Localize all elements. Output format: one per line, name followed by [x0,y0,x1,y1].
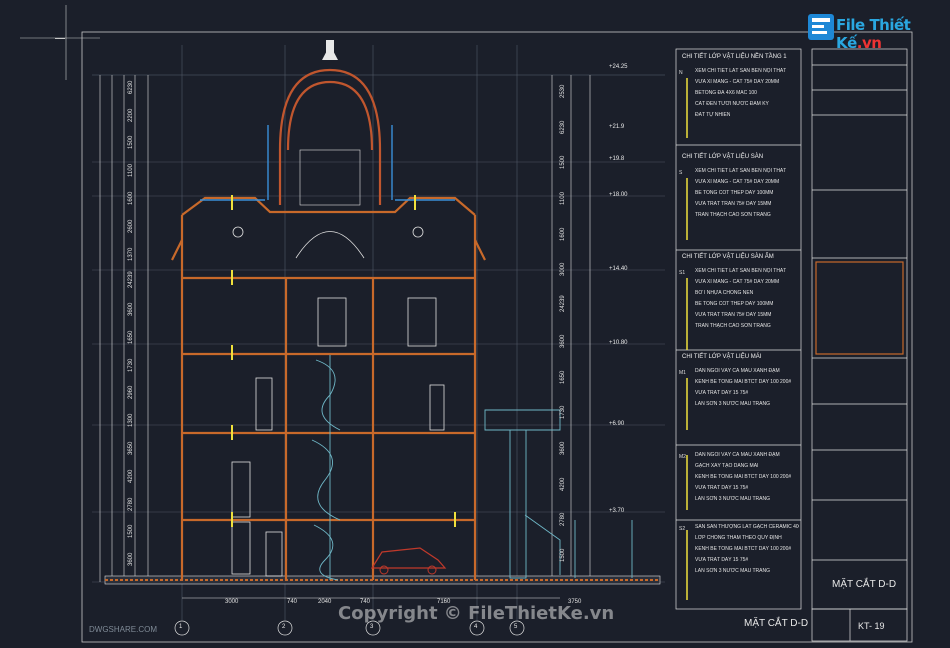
dimension-label: 2200 [128,108,134,122]
dimension-label: 3600 [560,334,566,348]
legend-marker: S1 [679,270,686,276]
dimension-label: 6230 [560,120,566,134]
bottom-dimension: 740 [287,599,298,605]
dimension-label: 24239 [128,271,134,289]
legend-item: TRẦN THẠCH CAO SƠN TRẮNG [695,323,771,329]
dimension-label: 3600 [560,441,566,455]
legend-item: VỮA TRÁT DÀY 15 75# [695,485,749,491]
legend-item: CÁT ĐEN TƯỚI NƯỚC ĐẦM KỸ [695,101,769,107]
dimension-label: 2960 [128,386,134,400]
dimension-label: 1500 [128,524,134,539]
dimension-label: 1650 [128,330,134,344]
legend-item: KÊNH BÊ TÔNG MÁI BTCT DÀY 100 200# [695,379,792,385]
legend-item: BÊ TÔNG CỐT THÉP DÀY 100MM [695,301,774,307]
dimension-label: 1100 [560,192,566,205]
copyright-watermark: Copyright © FileThietKe.vn [338,603,615,624]
legend-item: VỮA TRÁT TRẦN 75# DÀY 15MM [695,201,772,207]
legend-section-title: CHI TIẾT LỚP VẬT LIỆU NỀN TẦNG 1 [682,54,787,60]
legend-item: VỮA XI MĂNG - CÁT 75# DÀY 20MM [695,79,780,85]
dimension-label: 4200 [560,477,566,491]
legend-item: VỮA XI MĂNG - CÁT 75# DÀY 20MM [695,179,780,185]
dimension-label: 1100 [128,164,134,178]
grid-label: 3 [370,624,374,630]
dimension-label: 1600 [128,191,134,205]
brand-logo: File Thiết Kế.vn [806,12,918,52]
legend-item: GẠCH XÂY TẠO DÁNG MÁI [695,463,759,469]
legend-item: LĂN SƠN 3 NƯỚC MÀU TRẮNG [695,401,770,407]
elevation-label: +21.9 [609,124,625,130]
drawing-canvas [20,5,913,643]
legend-item: DÁN NGÓI VẢY CÁ MÀU XANH ĐẬM [695,368,780,374]
legend-item: XEM CHI TIẾT LÁT SÀN BÊN NỘI THẤT [695,268,787,274]
legend-section-title: CHI TIẾT LỚP VẬT LIỆU SÀN ẨM [682,254,774,260]
dimension-label: 1500 [560,548,566,563]
dimension-label: 1370 [128,247,134,261]
legend-marker: M1 [679,370,686,376]
dimension-label: 2600 [128,219,134,233]
grid-label: 2 [282,624,286,630]
elevation-label: +14.40 [609,266,628,272]
legend-item: BƠ I NHỰA CHỐNG NỀN [695,290,754,296]
dimension-label: 2780 [128,497,134,511]
legend-item: LĂN SƠN 3 NƯỚC MÀU TRẮNG [695,496,770,502]
legend-item: VỮA TRÁT DÀY 15 75# [695,557,749,563]
dimension-label: 3600 [128,552,134,567]
dimension-label: 2780 [560,513,566,527]
elevation-label: +18.00 [609,192,628,198]
dimension-label: 1600 [560,227,566,241]
dimension-label: 1500 [128,136,134,150]
dimension-label: 1730 [128,358,134,372]
legend-item: BÊ TÔNG CỐT THÉP DÀY 100MM [695,190,774,196]
grid-label: 4 [474,624,478,630]
dwgshare-watermark: DWGSHARE.COM [89,625,157,634]
legend-item: SÀN SÂN THƯỢNG LÁT GẠCH CERAMIC 400X400 [695,524,799,530]
legend-marker: S2 [679,526,686,532]
legend-item: LĂN SƠN 3 NƯỚC MÀU TRẮNG [695,568,770,574]
legend-marker: M2 [679,454,686,460]
elevation-label: +3.70 [609,508,625,514]
elevation-label: +10.80 [609,340,628,346]
legend-marker: S [679,170,683,176]
dimension-label: 1300 [128,413,134,428]
legend-item: KÊNH BÊ TÔNG MÁI BTCT DÀY 100 200# [695,474,792,480]
grid-label: 5 [514,624,518,630]
legend-item: DÁN NGÓI VẢY CÁ MÀU XANH ĐẬM [695,452,780,458]
brand-name: File Thiết Kế.vn [836,16,911,52]
legend-section-title: CHI TIẾT LỚP VẬT LIỆU SÀN [682,154,764,160]
legend-item: VỮA TRÁT TRẦN 75# DÀY 15MM [695,312,772,318]
legend-item: BÊTÔNG ĐÁ 4X6 MÁC 100 [695,90,757,96]
dimension-label: 1500 [560,155,566,170]
legend-section-title: CHI TIẾT LỚP VẬT LIỆU MÁI [682,354,762,360]
drawing-title: MẶT CẮT D-D [744,618,809,629]
elevation-label: +6.90 [609,421,625,427]
dimension-label: 1730 [560,405,566,420]
elevation-label: +24.25 [609,64,628,70]
legend-item: LỚP CHỐNG THẤM THEO QUY ĐỊNH [695,535,782,541]
legend-item: ĐẤT TỰ NHIÊN [695,112,731,118]
dimension-label: 1650 [560,370,566,384]
dimension-label: 4200 [128,469,134,483]
legend-item: VỮA XI MĂNG - CÁT 75# DÀY 20MM [695,279,780,285]
legend-item: XEM CHI TIẾT LÁT SÀN BÊN NỘI THẤT [695,168,787,174]
legend-item: TRẦN THẠCH CAO SƠN TRẮNG [695,212,771,218]
dimension-label: 2530 [560,84,566,98]
legend-item: KÊNH BÊ TÔNG MÁI BTCT DÀY 100 200# [695,546,792,552]
dimension-label: 3650 [128,441,134,455]
sheet-code: KT- 19 [858,621,885,631]
legend-item: VỮA TRÁT DÀY 15 75# [695,390,749,396]
legend-marker: N [679,70,683,76]
title-block-title: MẶT CẮT D-D [832,579,897,590]
dimension-label: 24239 [560,295,566,313]
bottom-dimension: 3000 [225,599,239,605]
bottom-dimension: 2040 [318,599,332,605]
legend-item: XEM CHI TIẾT LÁT SÀN BÊN NỘI THẤT [695,68,787,74]
dimension-label: 6230 [128,80,134,94]
dimension-label: 3600 [128,302,134,317]
dimension-label: 3000 [560,263,566,277]
grid-label: 1 [179,624,183,630]
elevation-label: +19.8 [609,156,625,162]
